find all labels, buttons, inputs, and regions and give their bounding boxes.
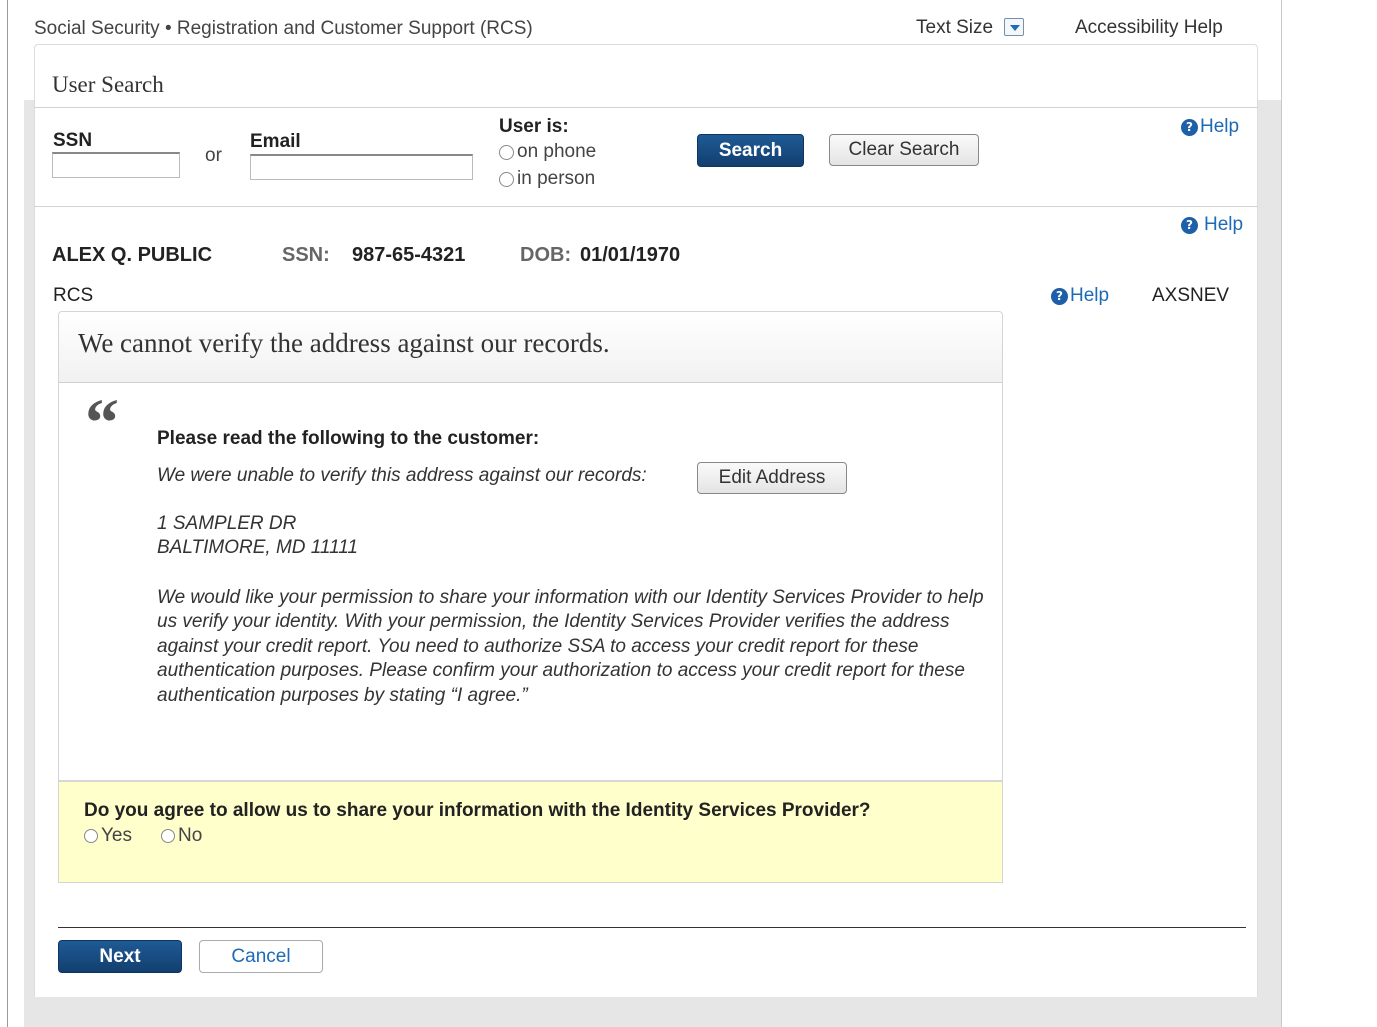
radio-circle-icon[interactable]: [161, 829, 175, 843]
radio-yes[interactable]: Yes: [84, 825, 132, 847]
search-button[interactable]: Search: [697, 134, 804, 167]
person-name: ALEX Q. PUBLIC: [52, 244, 213, 266]
edit-address-button[interactable]: Edit Address: [697, 462, 847, 494]
person-dob-value: 01/01/1970: [580, 244, 681, 266]
email-label: Email: [250, 131, 301, 152]
text-size-dropdown-icon[interactable]: [1004, 18, 1024, 36]
message-panel: We cannot verify the address against our…: [58, 311, 1003, 883]
rcs-help-label: Help: [1070, 285, 1110, 306]
radio-in-person[interactable]: in person: [499, 168, 595, 190]
or-label: or: [205, 145, 222, 166]
next-button[interactable]: Next: [58, 940, 182, 973]
footer-divider: [58, 927, 1246, 928]
background-panel-bottom: [24, 997, 1281, 1027]
agree-question: Do you agree to allow us to share your i…: [84, 800, 871, 821]
top-bar: Social Security • Registration and Custo…: [34, 14, 1258, 44]
ssn-input[interactable]: [52, 152, 180, 178]
person-help-link[interactable]: ? Help: [1181, 214, 1243, 236]
clear-search-button[interactable]: Clear Search: [829, 134, 979, 166]
person-dob-label: DOB:: [520, 244, 572, 266]
divider: [34, 107, 1258, 108]
search-help-link[interactable]: ? Help: [1181, 116, 1239, 138]
help-icon: ?: [1051, 287, 1068, 305]
radio-no-label: No: [178, 825, 203, 846]
message-title: We cannot verify the address against our…: [78, 328, 610, 358]
radio-circle-icon[interactable]: [84, 829, 98, 843]
permission-text: We would like your permission to share y…: [157, 587, 984, 706]
app-title: Social Security • Registration and Custo…: [34, 18, 533, 39]
window-left-border: [7, 0, 8, 1027]
radio-in-person-label: in person: [517, 168, 596, 189]
search-help-label: Help: [1200, 116, 1240, 137]
address-line-1: 1 SAMPLER DR: [157, 513, 297, 534]
person-ssn-value: 987-65-4321: [352, 244, 466, 266]
help-icon: ?: [1181, 216, 1198, 234]
background-panel-right: [1257, 100, 1281, 1027]
agree-panel: Do you agree to allow us to share your i…: [59, 780, 1002, 882]
ssn-label: SSN: [53, 130, 93, 151]
message-header: We cannot verify the address against our…: [59, 312, 1002, 383]
user-code: AXSNEV: [1152, 285, 1230, 306]
radio-yes-label: Yes: [101, 825, 132, 846]
radio-on-phone-label: on phone: [517, 141, 597, 162]
radio-on-phone[interactable]: on phone: [499, 141, 596, 163]
person-help-label: Help: [1204, 214, 1244, 235]
radio-circle-icon[interactable]: [499, 171, 514, 187]
user-is-label: User is:: [499, 116, 569, 137]
address-line-2: BALTIMORE, MD 11111: [157, 537, 358, 558]
rcs-help-link[interactable]: ? Help: [1051, 285, 1109, 307]
radio-no[interactable]: No: [161, 825, 202, 847]
read-instruction: Please read the following to the custome…: [157, 428, 540, 449]
quote-icon: “: [85, 384, 119, 460]
person-ssn-label: SSN:: [282, 244, 330, 266]
user-search-title: User Search: [52, 72, 164, 97]
unable-verify-text: We were unable to verify this address ag…: [157, 465, 647, 486]
divider: [34, 206, 1258, 207]
accessibility-help-link[interactable]: Accessibility Help: [1075, 17, 1223, 39]
right-divider: [1281, 0, 1282, 1027]
text-size-label[interactable]: Text Size: [916, 17, 993, 39]
cancel-button[interactable]: Cancel: [199, 940, 323, 973]
radio-circle-icon[interactable]: [499, 144, 514, 160]
help-icon: ?: [1181, 118, 1198, 136]
rcs-label: RCS: [53, 285, 94, 306]
background-panel-left: [24, 100, 34, 1027]
email-input[interactable]: [250, 154, 473, 180]
